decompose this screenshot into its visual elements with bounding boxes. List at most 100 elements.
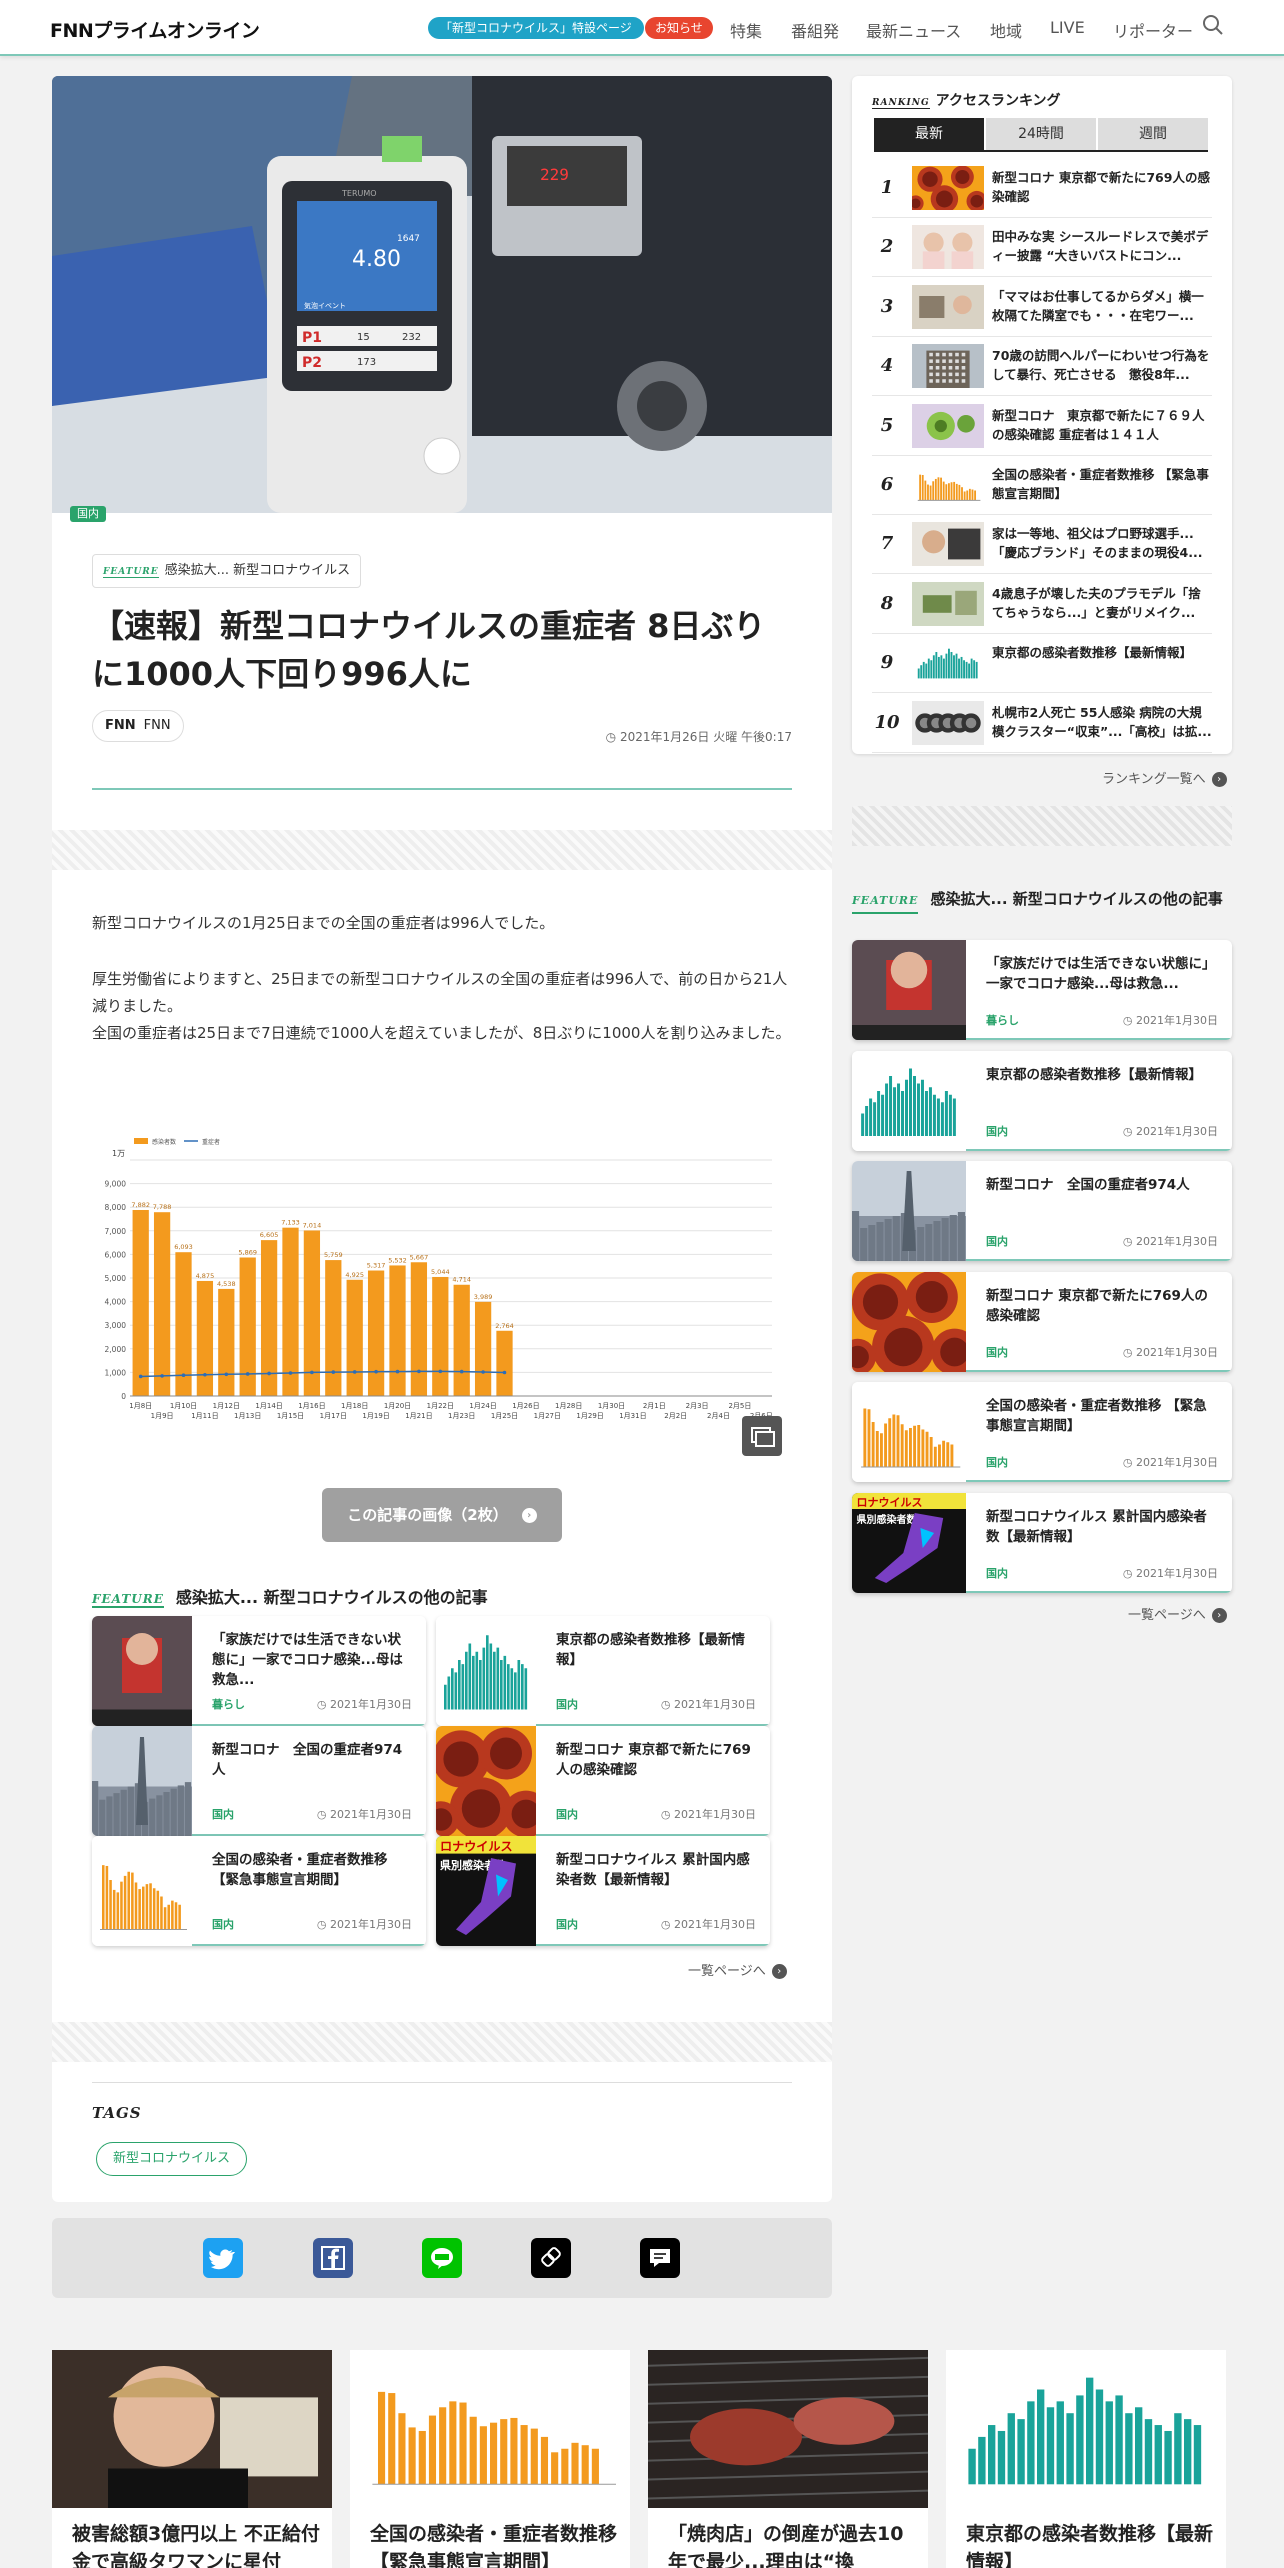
card-accent-bar xyxy=(966,1148,1232,1151)
comment-button[interactable] xyxy=(640,2238,680,2278)
recommend-card[interactable]: 東京都の感染者数推移【最新情報】 xyxy=(946,2350,1226,2568)
feature-card[interactable]: 新型コロナ 全国の重症者974人 国内 ◷ 2021年1月30日 xyxy=(92,1726,426,1836)
recommend-card-title: 被害総額3億円以上 不正給付金で高級タワマンに星付 xyxy=(72,2523,320,2568)
feature-card[interactable]: 「家族だけでは生活できない状態に」一家でコロナ感染...母は救急... 暮らし ◷ … xyxy=(92,1616,426,1726)
feature-card-title: 東京都の感染者数推移【最新情報】 xyxy=(556,1632,745,1668)
bar-value-label: 4,875 xyxy=(196,1272,215,1280)
ranking-thumbnail xyxy=(912,403,984,448)
ranking-item[interactable]: 1 新型コロナ 東京都で新たに769人の感染確認 xyxy=(872,158,1212,218)
bar-value-label: 7,014 xyxy=(303,1221,322,1229)
ranking-more-link[interactable]: ランキング一覧へ › xyxy=(1102,768,1227,787)
nav-live[interactable]: LIVE xyxy=(1050,18,1085,37)
ranking-item[interactable]: 5 新型コロナ 東京都で新たに７６９人の感染確認 重症者は１４１人 xyxy=(872,396,1212,456)
ranking-item[interactable]: 10 札幌市2人死亡 55人感染 病院の大規模クラスター“収束”...「高校」は拡… xyxy=(872,693,1212,753)
publish-date-text: 2021年1月26日 火曜 午後0:17 xyxy=(619,730,792,744)
source-badge[interactable]: FNN FNN xyxy=(92,710,184,742)
chevron-right-icon: › xyxy=(521,1508,537,1523)
ranking-item[interactable]: 7 家は一等地、祖父はプロ野球選手... 「慶応ブランド」そのままの現役4... xyxy=(872,514,1212,575)
ranking-thumbnail xyxy=(912,463,984,507)
category-badge[interactable]: 国内 xyxy=(70,506,106,522)
side-feature-card[interactable]: 新型コロナ 東京都で新たに769人の感染確認 国内 ◷ 2021年1月30日 xyxy=(852,1271,1232,1372)
ranking-item[interactable]: 4 70歳の訪問ヘルパーにわいせつ行為をして暴行、死亡させる 懲役8年... xyxy=(872,336,1212,397)
recommend-card-title: 全国の感染者・重症者数推移 【緊急事態宣言期間】 xyxy=(370,2523,618,2568)
nav-program[interactable]: 番組発 xyxy=(791,18,839,42)
side-feature-card-date: ◷ 2021年1月30日 xyxy=(1123,1565,1218,1581)
copy-link-button[interactable] xyxy=(531,2238,571,2278)
feature-tag[interactable]: FEATURE 感染拡大... 新型コロナウイルス xyxy=(92,554,362,588)
ranking-item[interactable]: 2 田中みな実 シースルードレスで美ボディー披露 “大きいバストにコン... xyxy=(872,217,1212,278)
gallery-button[interactable]: この記事の画像（2枚） › xyxy=(322,1488,562,1542)
severe-point xyxy=(138,1374,143,1379)
clock-icon: ◷ xyxy=(1122,1345,1136,1359)
side-feature-card-title: 新型コロナウイルス 累計国内感染者数【最新情報】 xyxy=(986,1508,1207,1545)
side-feature-card[interactable]: 「家族だけでは生活できない状態に」一家でコロナ感染...母は救急... 暮らし ◷ … xyxy=(852,940,1232,1040)
article-chart-image[interactable]: 感染者数 重症者 1万 9,000 8,000 7,000 6,000 5,000 4,000 3… xyxy=(92,1124,792,1434)
recommend-card[interactable]: 「焼肉店」の倒産が過去10年で最少...理由は“換 xyxy=(648,2350,928,2568)
feature-card[interactable]: 東京都の感染者数推移【最新情報】 国内 ◷ 2021年1月30日 xyxy=(436,1616,770,1726)
article-feature-more-link[interactable]: 一覧ページへ › xyxy=(688,1960,787,1979)
hero-image[interactable]: 4.80 1647 気泡イベント P1 15 232 P2 173 TERUMO… xyxy=(52,76,832,513)
nav-feature[interactable]: 特集 xyxy=(730,18,762,42)
device-p1-value: 15 xyxy=(357,332,370,343)
side-feature-card[interactable]: 新型コロナ 全国の重症者974人 国内 ◷ 2021年1月30日 xyxy=(852,1161,1232,1261)
side-feature-more-link[interactable]: 一覧ページへ › xyxy=(1128,1604,1227,1623)
site-logo[interactable]: FNNプライムオンライン xyxy=(50,16,260,43)
side-feature-heading: FEATURE 感染拡大... 新型コロナウイルスの他の記事 xyxy=(852,888,1232,914)
covid-special-link[interactable]: 「新型コロナウイルス」特設ページ xyxy=(428,17,644,39)
facebook-share-button[interactable] xyxy=(313,2238,353,2278)
tab-weekly[interactable]: 週間 xyxy=(1098,118,1208,150)
x-tick-label: 2月1日 xyxy=(643,1402,666,1410)
feature-card-title: 新型コロナウイルス 累計国内感染者数【最新情報】 xyxy=(556,1852,750,1888)
side-feature-card-title: 新型コロナ 全国の重症者974人 xyxy=(986,1177,1190,1193)
feature-card[interactable]: ロナウイルス 県別感染者数 新型コロナウイルス 累計国内感染者数【最新情報】 国内… xyxy=(436,1836,770,1946)
gallery-icon[interactable] xyxy=(742,1416,782,1456)
ranking-item[interactable]: 9 東京都の感染者数推移【最新情報】 xyxy=(872,633,1212,694)
x-tick-label: 1月17日 xyxy=(320,1412,347,1420)
map-banner-text: ロナウイルス xyxy=(857,1496,923,1509)
line-share-button[interactable] xyxy=(422,2238,462,2278)
clock-icon: ◷ xyxy=(316,1698,330,1711)
recommend-card[interactable]: 全国の感染者・重症者数推移 【緊急事態宣言期間】 xyxy=(350,2350,630,2568)
side-feature-card[interactable]: 全国の感染者・重症者数推移 【緊急事態宣言期間】 国内 ◷ 2021年1月30日 xyxy=(852,1382,1232,1482)
severe-point xyxy=(331,1370,336,1374)
side-feature-card-category: 国内 xyxy=(986,1345,1008,1359)
ranking-item[interactable]: 6 全国の感染者・重症者数推移 【緊急事態宣言期間】 xyxy=(872,455,1212,515)
feature-card-date-text: 2021年1月30日 xyxy=(674,1808,756,1821)
ranking-item[interactable]: 3 「ママはお仕事してるからダメ」横一枚隔てた隣室でも・・・在宅ワー... xyxy=(872,277,1212,337)
card-accent-bar xyxy=(192,1944,426,1946)
device-p1-value2: 232 xyxy=(402,332,421,343)
side-feature-card-thumbnail: ロナウイルス 県別感染者数 xyxy=(852,1492,966,1593)
article-feature-title: 感染拡大... 新型コロナウイルスの他の記事 xyxy=(175,1588,488,1607)
nav-reporter[interactable]: リポーター xyxy=(1113,18,1193,42)
x-tick-label: 1月30日 xyxy=(598,1402,625,1410)
x-tick-label: 1月31日 xyxy=(619,1412,646,1420)
nav-latest-news[interactable]: 最新ニュース xyxy=(866,18,961,42)
bar-value-label: 6,093 xyxy=(174,1243,193,1251)
feature-card[interactable]: 新型コロナ 東京都で新たに769人の感染確認 国内 ◷ 2021年1月30日 xyxy=(436,1726,770,1836)
ranking-thumbnail xyxy=(912,700,984,745)
search-icon[interactable] xyxy=(1202,14,1224,36)
ranking-item[interactable]: 8 4歳息子が壊した夫のプラモデル「捨てちゃうなら...」と妻がリメイク... xyxy=(872,574,1212,634)
ranking-number: 1 xyxy=(880,177,894,198)
twitter-icon xyxy=(209,2249,235,2270)
nav-region[interactable]: 地域 xyxy=(990,18,1022,42)
feature-card-date-text: 2021年1月30日 xyxy=(330,1808,412,1821)
side-feature-card-date-text: 2021年1月30日 xyxy=(1136,1124,1218,1138)
recommend-card-title: 「焼肉店」の倒産が過去10年で最少...理由は“換 xyxy=(668,2523,904,2568)
notice-link[interactable]: お知らせ xyxy=(645,17,713,39)
monitor-readout: 229 xyxy=(540,165,569,184)
y-tick-label: 0 xyxy=(121,1392,126,1401)
side-feature-card[interactable]: ロナウイルス 県別感染者数 新型コロナウイルス 累計国内感染者数【最新情報】 国内… xyxy=(852,1492,1232,1593)
tab-24h[interactable]: 24時間 xyxy=(986,118,1096,150)
bar-value-label: 3,989 xyxy=(474,1293,493,1301)
ranking-thumbnail xyxy=(912,522,984,567)
feature-card[interactable]: 全国の感染者・重症者数推移【緊急事態宣言期間】 国内 ◷ 2021年1月30日 xyxy=(92,1836,426,1946)
twitter-share-button[interactable] xyxy=(203,2238,243,2278)
recommend-card[interactable]: 被害総額3億円以上 不正給付金で高級タワマンに星付 xyxy=(52,2350,332,2568)
tab-latest[interactable]: 最新 xyxy=(874,118,984,150)
more-link-text: ランキング一覧へ xyxy=(1102,772,1206,787)
side-feature-card[interactable]: 東京都の感染者数推移【最新情報】 国内 ◷ 2021年1月30日 xyxy=(852,1050,1232,1151)
bar xyxy=(367,1270,385,1396)
bar xyxy=(282,1227,299,1396)
tag-covid[interactable]: 新型コロナウイルス xyxy=(96,2142,248,2176)
